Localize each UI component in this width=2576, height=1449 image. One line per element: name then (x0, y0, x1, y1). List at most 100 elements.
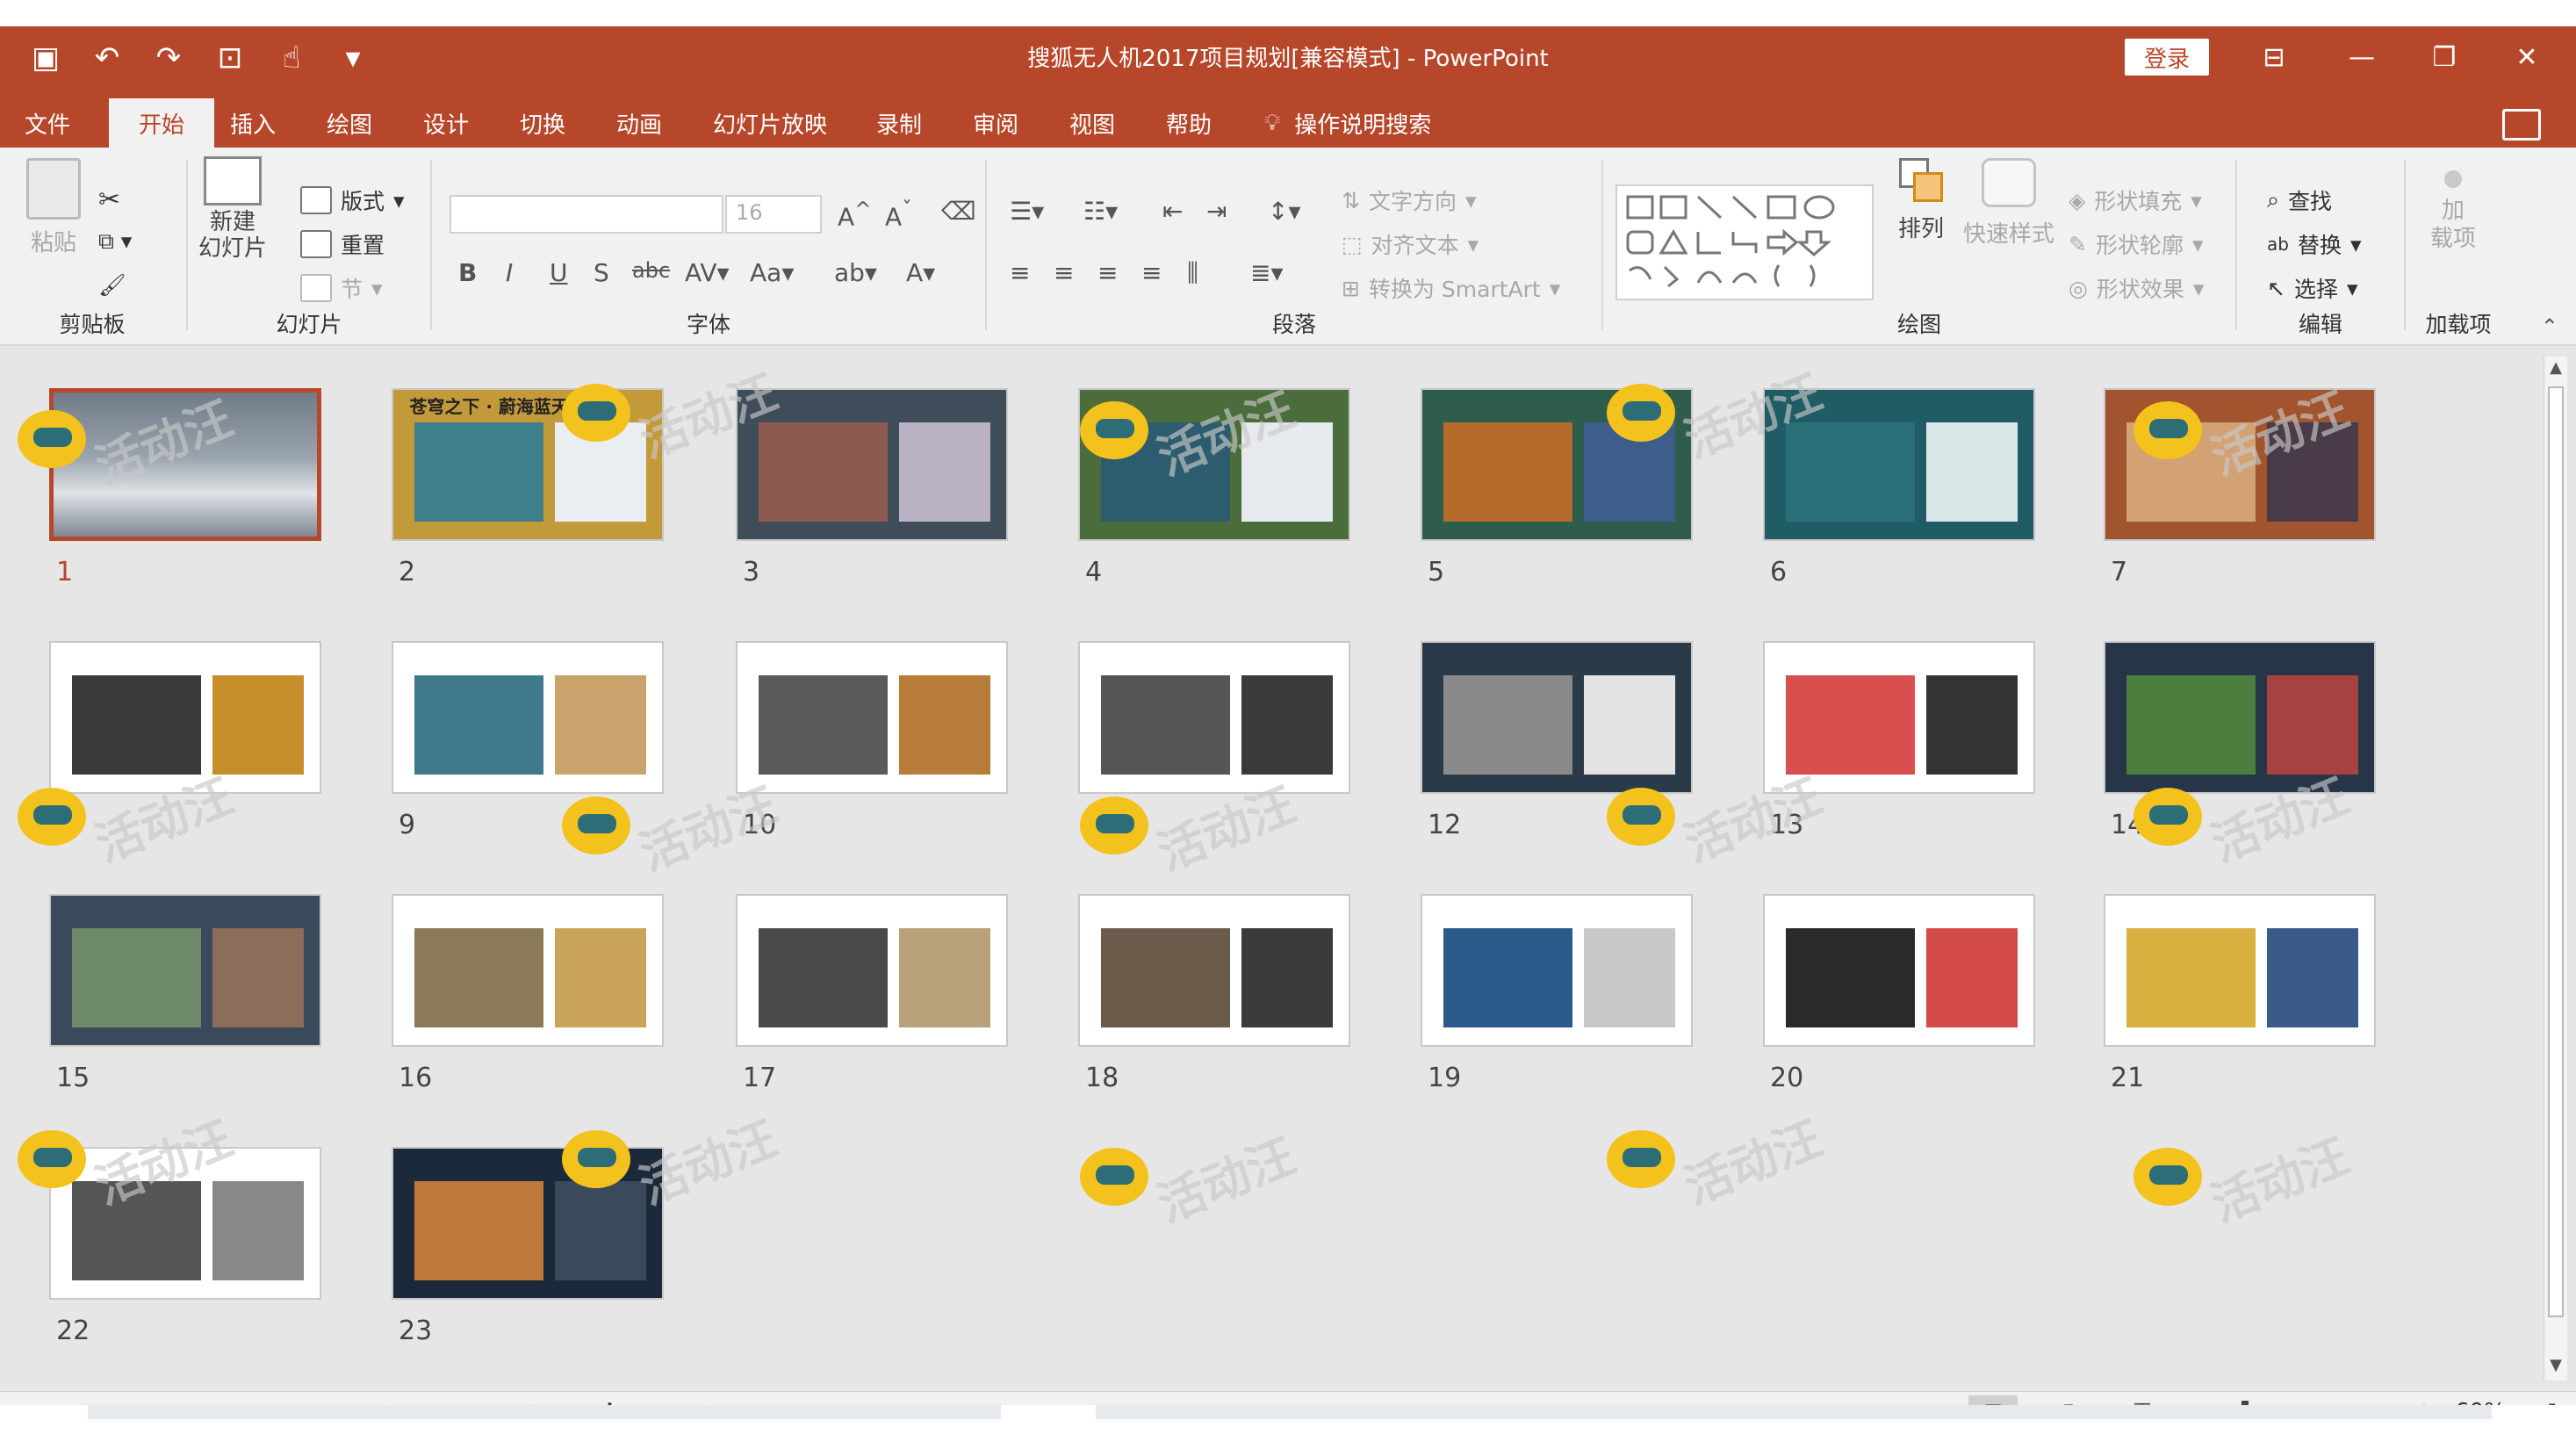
replace-button[interactable]: ab 替换 ▾ (2267, 228, 2362, 260)
copy-icon[interactable]: ⧉ ▾ (98, 228, 132, 255)
slide-thumbnail[interactable] (49, 641, 321, 794)
align-text-button[interactable]: ⬚ 对齐文本 ▾ (1342, 228, 1479, 260)
reset-button[interactable]: 重置 (300, 228, 385, 260)
tab-home[interactable]: 开始 (109, 98, 215, 148)
tab-transitions[interactable]: 切换 (520, 98, 565, 148)
font-name-field[interactable] (450, 195, 723, 234)
slide-thumbnail[interactable] (2104, 388, 2376, 541)
font-color-icon[interactable]: A▾ (906, 258, 935, 287)
shape-fill-button[interactable]: ◈ 形状填充 ▾ (2069, 184, 2202, 216)
slide-thumbnail[interactable] (392, 641, 664, 794)
vertical-scrollbar[interactable]: ▲ ▼ (2544, 357, 2567, 1381)
slide-thumbnail[interactable] (1421, 388, 1693, 541)
bold-icon[interactable]: B (458, 258, 477, 287)
italic-icon[interactable]: I (506, 258, 513, 287)
slide-image (1443, 928, 1573, 1027)
shadow-icon[interactable]: S (594, 258, 609, 287)
slide-image (1583, 422, 1675, 522)
comments-icon[interactable] (2502, 109, 2541, 141)
align-left-icon[interactable]: ≡ (1010, 258, 1030, 287)
numbering-icon[interactable]: ☷▾ (1083, 197, 1118, 226)
slide-thumbnail[interactable] (49, 1147, 321, 1300)
smartart-button[interactable]: ⊞ 转换为 SmartArt ▾ (1342, 272, 1560, 304)
slide-thumbnail[interactable] (2104, 641, 2376, 794)
login-button[interactable]: 登录 (2125, 39, 2209, 76)
shape-outline-label: 形状轮廓 (2095, 233, 2184, 258)
section-button[interactable]: 节 ▾ (300, 272, 383, 304)
find-button[interactable]: ⌕ 查找 (2267, 184, 2332, 216)
cut-icon[interactable]: ✂ (98, 184, 120, 215)
close-icon[interactable]: ✕ (2500, 35, 2553, 79)
slide-thumbnail[interactable] (1421, 894, 1693, 1047)
format-painter-icon[interactable]: 🖌︎ (98, 272, 126, 299)
increase-font-icon[interactable]: A^ (838, 197, 872, 231)
justify-icon[interactable]: ≡ (1141, 258, 1162, 287)
slide-thumbnail[interactable] (1078, 641, 1350, 794)
slide-thumbnail[interactable] (1078, 388, 1350, 541)
slide-thumbnail[interactable] (49, 894, 321, 1047)
quick-styles-button[interactable]: 快速样式 (1963, 158, 2054, 249)
slide-thumbnail[interactable] (736, 894, 1008, 1047)
tab-animations[interactable]: 动画 (616, 98, 662, 148)
underline-icon[interactable]: U (550, 258, 568, 287)
align-center-icon[interactable]: ≡ (1054, 258, 1074, 287)
bullets-icon[interactable]: ☰▾ (1010, 197, 1044, 226)
shapes-gallery[interactable] (1615, 184, 1874, 300)
slide-thumbnail[interactable] (392, 1147, 664, 1300)
char-spacing-icon[interactable]: AV▾ (685, 258, 730, 287)
tab-review[interactable]: 审阅 (973, 98, 1018, 148)
tab-insert[interactable]: 插入 (230, 98, 276, 148)
align-right-icon[interactable]: ≡ (1097, 258, 1118, 287)
tab-view[interactable]: 视图 (1069, 98, 1115, 148)
tab-draw[interactable]: 绘图 (327, 98, 372, 148)
scroll-down-icon[interactable]: ▼ (2544, 1356, 2567, 1379)
slide-thumbnail[interactable] (1763, 388, 2035, 541)
font-size-field[interactable]: 16 (725, 195, 822, 234)
slide-thumbnail[interactable] (49, 388, 321, 541)
restore-icon[interactable]: ❐ (2418, 35, 2471, 79)
shape-outline-button[interactable]: ✎ 形状轮廓 ▾ (2069, 228, 2204, 260)
slide-thumbnail[interactable] (736, 388, 1008, 541)
collapse-ribbon-icon[interactable]: ⌃ (2541, 314, 2558, 339)
tab-design[interactable]: 设计 (423, 98, 469, 148)
tab-help[interactable]: 帮助 (1166, 98, 1212, 148)
layout-button[interactable]: 版式 ▾ (300, 184, 405, 216)
addins-button[interactable]: 加 载项 (2430, 170, 2476, 253)
minimize-icon[interactable]: — (2335, 35, 2388, 79)
tab-slideshow[interactable]: 幻灯片放映 (713, 98, 827, 148)
select-button[interactable]: ↖ 选择 ▾ (2267, 272, 2358, 304)
ribbon-display-options-icon[interactable]: ⊟ (2248, 35, 2300, 79)
scroll-up-icon[interactable]: ▲ (2544, 358, 2567, 381)
shape-effects-button[interactable]: ◎ 形状效果 ▾ (2069, 272, 2204, 304)
slide-thumbnail[interactable] (1763, 894, 2035, 1047)
decrease-font-icon[interactable]: Aˇ (885, 197, 912, 231)
clipboard-label: 剪贴板 (59, 312, 126, 337)
tab-record[interactable]: 录制 (876, 98, 922, 148)
slide-thumbnail[interactable] (2104, 894, 2376, 1047)
new-slide-button[interactable]: 新建 幻灯片 (198, 156, 267, 262)
tell-me-search[interactable]: 💡︎ 操作说明搜索 (1264, 98, 1431, 148)
line-spacing-icon[interactable]: ↕▾ (1268, 197, 1301, 226)
slide-thumbnail[interactable] (1421, 641, 1693, 794)
strikethrough-icon[interactable]: abc (632, 258, 670, 283)
highlight-icon[interactable]: ab▾ (834, 258, 877, 287)
mascot-logo-icon (1607, 1129, 1675, 1188)
scroll-thumb[interactable] (2548, 386, 2564, 1317)
paste-button[interactable]: 粘贴 (26, 158, 81, 257)
change-case-icon[interactable]: Aa▾ (750, 258, 794, 287)
text-direction-button[interactable]: ⇅ 文字方向 ▾ (1342, 184, 1477, 216)
columns-icon[interactable]: ⫼ (1187, 258, 1198, 288)
align-text-vertical-icon[interactable]: ≣▾ (1250, 258, 1284, 287)
slide-thumbnail[interactable] (392, 894, 664, 1047)
arrange-button[interactable]: 排列 (1898, 158, 1944, 243)
slide-thumbnail[interactable] (736, 641, 1008, 794)
tab-file[interactable]: 文件 (25, 98, 70, 148)
slide-number: 10 (743, 810, 777, 840)
increase-indent-icon[interactable]: ⇥ (1206, 197, 1227, 226)
slide-thumbnail[interactable] (1078, 894, 1350, 1047)
slide-thumbnail[interactable]: 苍穹之下 · 蔚海蓝天 (392, 388, 664, 541)
shape-effects-icon: ◎ (2069, 275, 2088, 301)
clear-formatting-icon[interactable]: ⌫ (941, 197, 976, 226)
slide-thumbnail[interactable] (1763, 641, 2035, 794)
decrease-indent-icon[interactable]: ⇤ (1162, 197, 1183, 226)
